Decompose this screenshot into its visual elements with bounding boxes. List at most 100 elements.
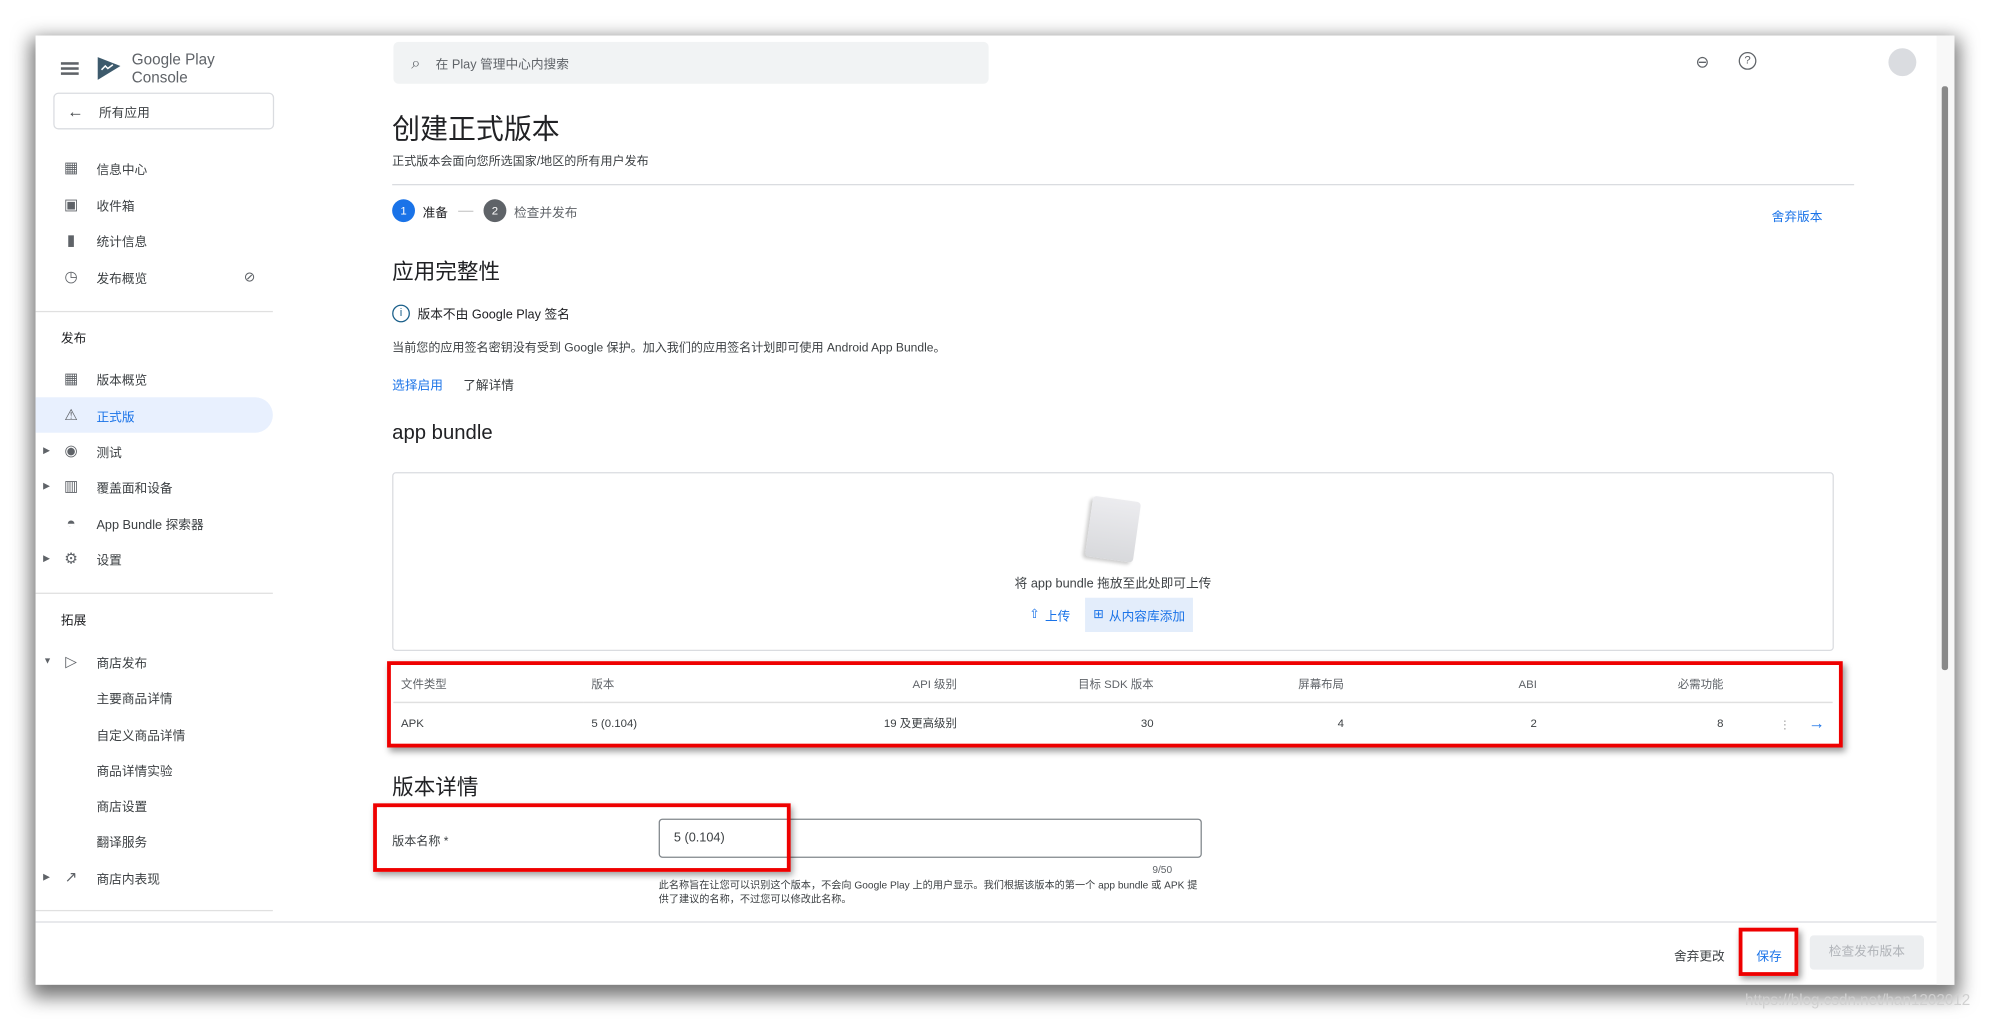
sidebar-item-inbox[interactable]: ▣ 收件箱 xyxy=(36,187,273,223)
watermark: https://blog.csdn.net/han1202012 xyxy=(1745,991,1971,1009)
add-from-library-button[interactable]: ⊞ 从内容库添加 xyxy=(1085,597,1193,633)
label: 版本概览 xyxy=(96,373,148,388)
menu-icon[interactable] xyxy=(60,62,79,75)
char-counter: 9/50 xyxy=(1152,864,1173,876)
integrity-notice: 版本不由 Google Play 签名 xyxy=(417,308,570,323)
section-release: 发布 xyxy=(60,332,87,347)
integrity-description: 当前您的应用签名密钥没有受到 Google 保护。加入我们的应用签名计划即可使用… xyxy=(392,341,946,356)
stepper: 1 准备 2 检查并发布 xyxy=(392,199,578,223)
label: 主要商品详情 xyxy=(96,692,173,707)
label: 翻译服务 xyxy=(96,835,148,850)
sidebar-item-custom-listing[interactable]: 自定义商品详情 xyxy=(36,716,273,752)
label: 设置 xyxy=(96,553,122,568)
upload-icon: ⇧ xyxy=(1029,607,1040,622)
label: 收件箱 xyxy=(96,199,135,214)
step-2-badge: 2 xyxy=(483,199,507,223)
arrow-back-icon: ← xyxy=(67,101,84,121)
review-release-button[interactable]: 检查发布版本 xyxy=(1809,935,1924,970)
sidebar-item-testing[interactable]: ▶ ◉ 测试 xyxy=(36,433,273,469)
trending-up-icon: ↗ xyxy=(64,868,78,886)
search-placeholder: 在 Play 管理中心内搜索 xyxy=(435,58,569,73)
label: 发布概览 xyxy=(96,272,148,287)
avatar[interactable] xyxy=(1888,48,1917,77)
drop-text: 将 app bundle 拖放至此处即可上传 xyxy=(1014,577,1212,592)
brand: Google Play Console xyxy=(60,50,274,87)
label: 正式版 xyxy=(96,410,135,425)
sidebar-item-store-performance[interactable]: ▶ ↗ 商店内表现 xyxy=(36,859,273,895)
help-icon[interactable]: ? xyxy=(1738,52,1757,70)
sidebar-item-statistics[interactable]: ▮ 统计信息 xyxy=(36,222,273,258)
search-icon: ⌕ xyxy=(411,52,421,72)
sidebar-item-main-listing[interactable]: 主要商品详情 xyxy=(36,679,273,715)
document-stack-icon xyxy=(1084,495,1142,563)
caret-down-icon: ▼ xyxy=(43,656,52,666)
step-1-badge: 1 xyxy=(392,199,415,223)
label: 商店发布 xyxy=(96,656,148,671)
sidebar-item-release-overview[interactable]: ▦ 版本概览 xyxy=(36,360,273,396)
inbox-icon: ▣ xyxy=(63,195,79,214)
sidebar-item-bundle-explorer[interactable]: ◓ App Bundle 探索器 xyxy=(36,505,273,541)
label: 信息中心 xyxy=(96,163,148,178)
sidebar-item-production[interactable]: ⚠ 正式版 xyxy=(35,397,273,433)
info-icon: i xyxy=(392,303,410,322)
brand-name: Google Play Console xyxy=(131,50,215,87)
sync-off-icon: ⊘ xyxy=(243,269,256,285)
page-subtitle: 正式版本会面向您所选国家/地区的所有用户发布 xyxy=(392,154,649,169)
play-icon: ▷ xyxy=(65,652,77,671)
opt-in-link[interactable]: 选择启用 xyxy=(392,374,443,393)
caret-right-icon: ▶ xyxy=(43,482,50,492)
publish-history-icon: ◷ xyxy=(64,267,78,286)
gear-icon: ⚙ xyxy=(64,549,78,568)
highlight-box-save xyxy=(1738,927,1799,976)
scrollbar[interactable] xyxy=(1936,35,1955,985)
search-input[interactable]: ⌕ 在 Play 管理中心内搜索 xyxy=(393,41,989,84)
label: 测试 xyxy=(96,446,122,461)
library-add-icon: ⊞ xyxy=(1093,607,1104,622)
sidebar-item-store-settings[interactable]: 商店设置 xyxy=(36,787,273,823)
play-console-logo-icon xyxy=(97,57,121,80)
upload-button[interactable]: ⇧ 上传 xyxy=(1024,598,1075,632)
label: 覆盖面和设备 xyxy=(96,481,173,496)
sidebar-item-settings[interactable]: ▶ ⚙ 设置 xyxy=(36,541,273,577)
all-apps-label: 所有应用 xyxy=(98,106,150,121)
highlight-box-table xyxy=(387,661,1843,748)
bundle-heading: app bundle xyxy=(392,422,493,445)
upload-dropzone[interactable]: 将 app bundle 拖放至此处即可上传 ⇧ 上传 ⊞ 从内容库添加 xyxy=(392,472,1834,652)
bar-chart-icon: ▮ xyxy=(66,230,76,249)
label: 自定义商品详情 xyxy=(96,729,186,744)
step-1-label: 准备 xyxy=(422,206,448,221)
page-title: 创建正式版本 xyxy=(392,112,560,145)
scrollbar-thumb[interactable] xyxy=(1941,86,1949,671)
section-grow: 拓展 xyxy=(60,614,87,629)
integrity-heading: 应用完整性 xyxy=(392,260,501,285)
upload-label: 上传 xyxy=(1044,610,1071,625)
version-name-help: 此名称旨在让您可以识别这个版本，不会向 Google Play 上的用户显示。我… xyxy=(658,879,1198,905)
sidebar-item-dashboard[interactable]: ▦ 信息中心 xyxy=(36,150,273,186)
sidebar-item-store-presence[interactable]: ▼ ▷ 商店发布 xyxy=(36,643,273,679)
label: 商店内表现 xyxy=(96,872,160,887)
discard-changes-button[interactable]: 舍弃更改 xyxy=(1674,945,1725,965)
sidebar-item-publishing-overview[interactable]: ◷ 发布概览 ⊘ xyxy=(36,259,273,295)
sidebar-item-translation[interactable]: 翻译服务 xyxy=(36,822,273,858)
label: 商店设置 xyxy=(96,800,148,815)
sidebar-item-listing-experiments[interactable]: 商品详情实验 xyxy=(36,751,273,787)
all-apps-button[interactable]: ← 所有应用 xyxy=(53,92,275,130)
details-heading: 版本详情 xyxy=(392,775,479,800)
play-circle-icon: ◉ xyxy=(64,441,78,460)
label: 统计信息 xyxy=(96,235,148,250)
discard-release-link[interactable]: 舍弃版本 xyxy=(1772,206,1823,225)
widgets-icon: ▦ xyxy=(63,369,79,388)
step-2-label: 检查并发布 xyxy=(513,206,578,221)
add-from-library-label: 从内容库添加 xyxy=(1108,610,1186,625)
dashboard-icon: ▦ xyxy=(63,158,79,177)
label: 商品详情实验 xyxy=(96,764,173,779)
sidebar: Google Play Console ← 所有应用 ▦ 信息中心 ▣ 收件箱 ▮ 统计… xyxy=(35,36,275,985)
caret-right-icon: ▶ xyxy=(43,873,50,883)
reach-icon: ▥ xyxy=(63,477,79,495)
label: App Bundle 探索器 xyxy=(96,518,204,533)
link-icon[interactable]: ⊖ xyxy=(1696,52,1710,72)
production-icon: ⚠ xyxy=(64,406,78,424)
sidebar-item-reach-devices[interactable]: ▶ ▥ 覆盖面和设备 xyxy=(36,468,273,504)
caret-right-icon: ▶ xyxy=(43,446,50,456)
learn-more-link[interactable]: 了解详情 xyxy=(463,374,514,393)
